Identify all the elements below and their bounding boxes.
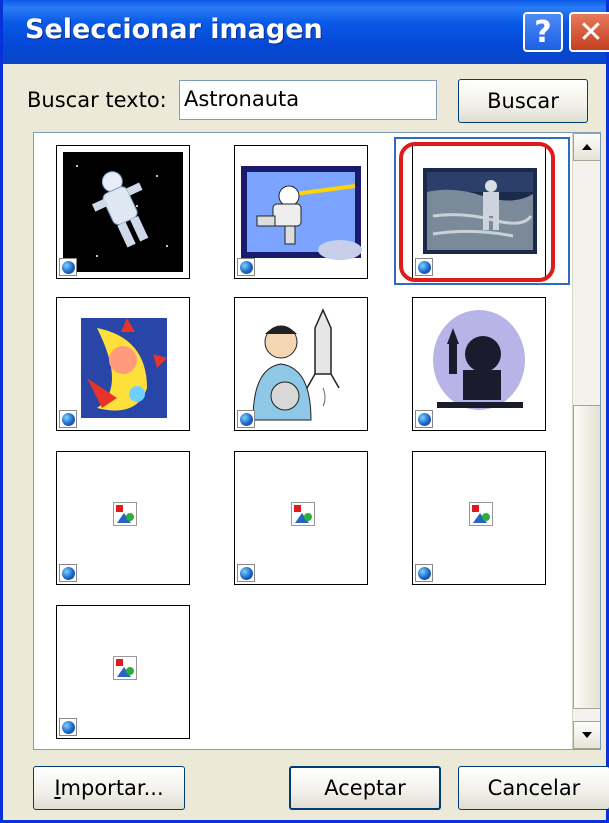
import-label: mportar... — [60, 776, 164, 800]
globe-icon — [415, 564, 433, 582]
import-button[interactable]: Importar... — [33, 766, 185, 810]
close-icon: ✕ — [578, 14, 604, 50]
globe-icon — [415, 410, 433, 428]
gallery-item-placeholder[interactable] — [412, 451, 546, 585]
dialog-title: Seleccionar imagen — [25, 14, 323, 45]
gallery-item-placeholder[interactable] — [234, 451, 368, 585]
globe-icon — [237, 410, 255, 428]
search-input[interactable]: Astronauta — [179, 80, 437, 120]
scroll-down-button[interactable] — [573, 721, 600, 749]
red-highlight-circle — [399, 142, 555, 282]
title-bar[interactable]: Seleccionar imagen ? ✕ — [3, 0, 609, 64]
globe-icon — [237, 564, 255, 582]
globe-icon — [59, 564, 77, 582]
globe-icon — [59, 410, 77, 428]
gallery-item-astronaut-space[interactable] — [56, 145, 190, 279]
select-image-dialog: Seleccionar imagen ? ✕ Buscar texto: Ast… — [0, 0, 609, 823]
search-button[interactable]: Buscar — [458, 79, 588, 123]
image-placeholder-icon — [469, 502, 493, 526]
cancel-button[interactable]: Cancelar — [458, 766, 609, 810]
help-button[interactable]: ? — [523, 12, 563, 52]
gallery-item-placeholder[interactable] — [56, 451, 190, 585]
image-gallery[interactable] — [33, 132, 601, 750]
globe-icon — [59, 258, 77, 276]
vertical-scrollbar[interactable] — [572, 133, 600, 749]
gallery-item-astronaut-silhouette[interactable] — [412, 297, 546, 431]
image-placeholder-icon — [113, 502, 137, 526]
gallery-item-astronaut-shuttle[interactable] — [234, 297, 368, 431]
image-placeholder-icon — [113, 656, 137, 680]
image-placeholder-icon — [291, 502, 315, 526]
scrollbar-thumb[interactable] — [573, 405, 600, 709]
globe-icon — [59, 718, 77, 736]
gallery-item-astronaut-blue[interactable] — [234, 145, 368, 279]
scroll-up-button[interactable] — [573, 133, 600, 161]
close-button[interactable]: ✕ — [569, 12, 609, 52]
gallery-item-placeholder[interactable] — [56, 605, 190, 739]
globe-icon — [237, 258, 255, 276]
search-label: Buscar texto: — [27, 88, 167, 112]
gallery-item-astronaut-cartoon[interactable] — [56, 297, 190, 431]
arrow-up-icon — [582, 144, 592, 150]
accept-button[interactable]: Aceptar — [289, 766, 441, 810]
arrow-down-icon — [582, 732, 592, 738]
